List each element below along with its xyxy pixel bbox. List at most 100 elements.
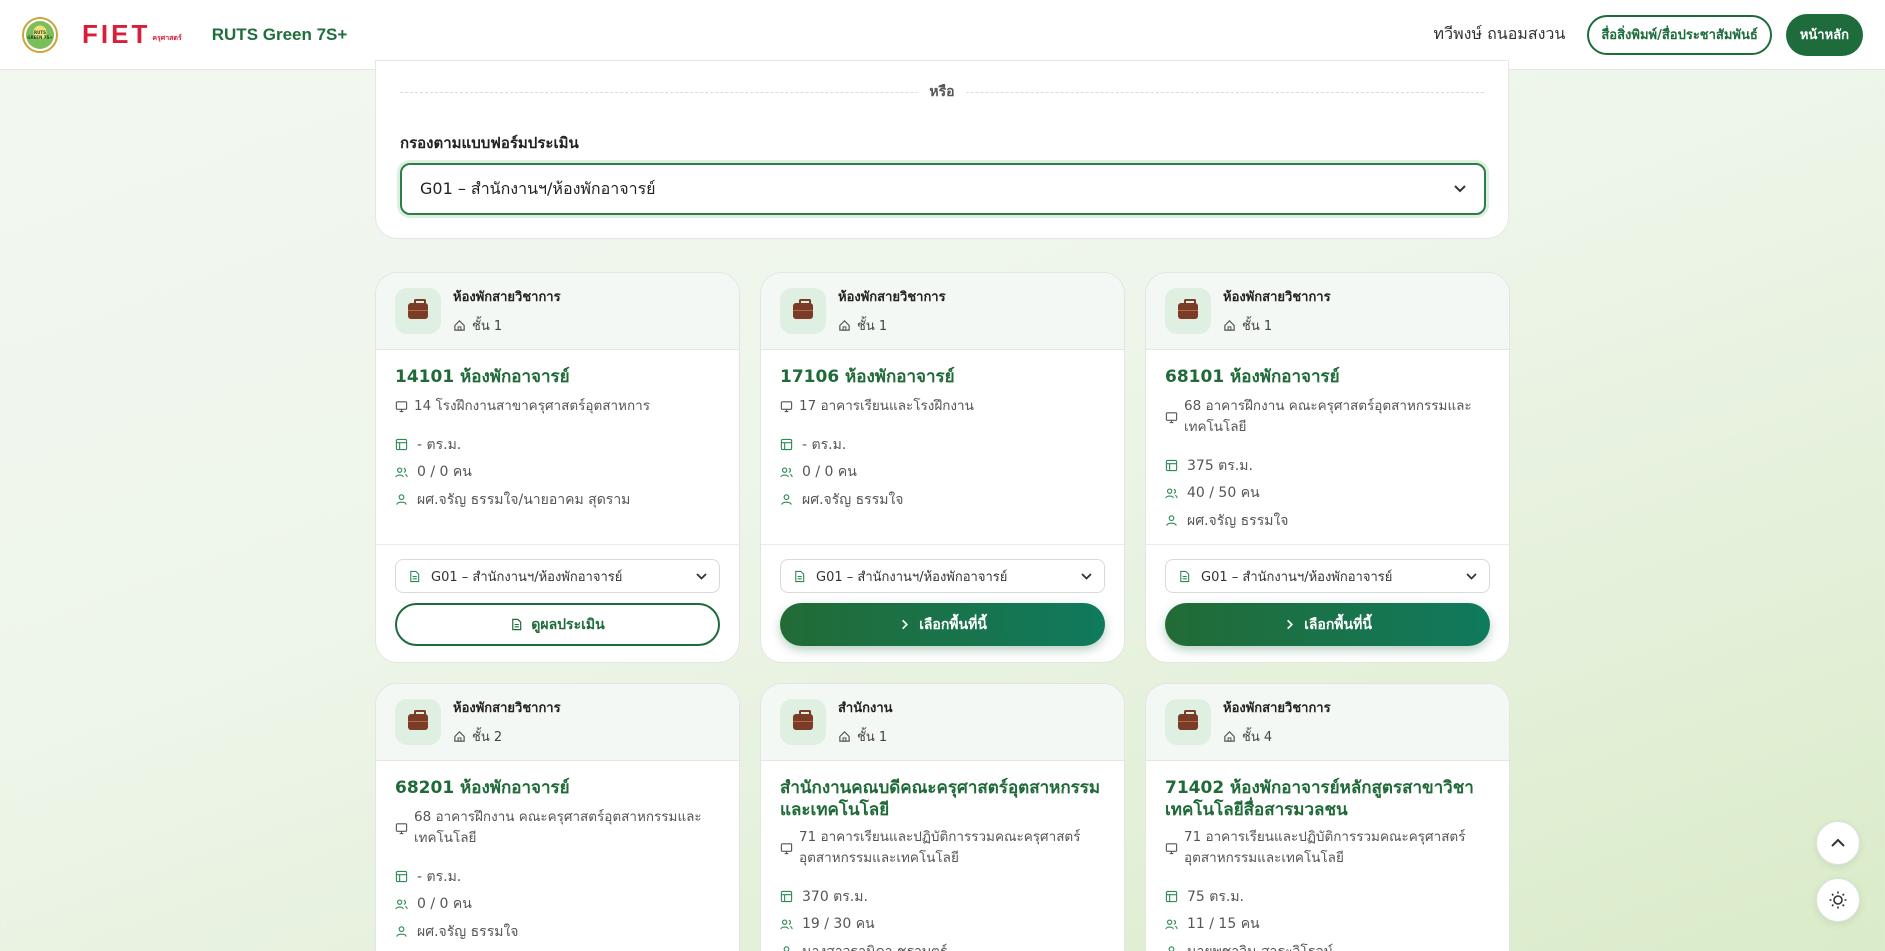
room-location: 68 อาคารฝึกงาน คณะครุศาสตร์อุตสาหกรรมและ… [1165,396,1490,438]
room-owner-text: ผศ.จรัญ ธรรมใจ/นายอาคม สุดราม [417,491,631,508]
card-body: สำนักงานคณบดีคณะครุศาสตร์อุตสาหกรรมและเท… [761,761,1124,951]
users-icon [780,467,793,478]
room-card: ห้องพักสายวิชาการ ชั้น 1 14101 ห้องพักอา… [375,272,740,663]
user-icon [396,494,407,506]
room-category: สำนักงาน [838,701,893,716]
room-card: ห้องพักสายวิชาการ ชั้น 1 68101 ห้องพักอา… [1145,272,1510,663]
room-area: - ตร.ม. [395,431,720,459]
layout-icon [780,439,793,451]
chevron-down-icon [1454,181,1466,197]
room-capacity-text: 11 / 15 คน [1187,916,1260,933]
briefcase-icon [395,699,441,745]
room-capacity: 40 / 50 คน [1165,480,1490,508]
users-icon [395,467,408,478]
assessment-form-select[interactable]: G01 – สำนักงานฯ/ห้องพักอาจารย์ [780,559,1105,593]
room-area-text: 375 ตร.ม. [1187,457,1253,474]
room-owner-text: ผศ.จรัญ ธรรมใจ [1187,512,1289,529]
layout-icon [395,871,408,883]
briefcase-icon [395,288,441,334]
users-icon [1165,488,1178,499]
chevron-right-icon [902,619,909,630]
room-capacity: 0 / 0 คน [780,459,1105,487]
assessment-form-value: G01 – สำนักงานฯ/ห้องพักอาจารย์ [431,569,623,585]
home-icon [454,320,465,331]
room-card: ห้องพักสายวิชาการ ชั้น 4 71402 ห้องพักอา… [1145,683,1510,951]
briefcase-icon [780,699,826,745]
room-area-text: - ตร.ม. [417,868,462,885]
user-icon [1166,515,1177,527]
user-name[interactable]: ทวีพงษ์ ถนอมสงวน [1434,22,1566,47]
theme-toggle-button[interactable] [1816,878,1860,922]
fiet-logo[interactable]: FIET ครุศาสตร์ [82,19,182,50]
media-button[interactable]: สื่อสิ่งพิมพ์/สื่อประชาสัมพันธ์ [1587,14,1772,55]
room-owner-text: ผศ.จรัญ ธรรมใจ [802,491,904,508]
card-header: ห้องพักสายวิชาการ ชั้น 2 [376,684,739,761]
room-location-text: 71 อาคารเรียนและปฏิบัติการรวมคณะครุศาสตร… [1184,829,1466,866]
home-button[interactable]: หน้าหลัก [1785,13,1863,56]
fiet-logo-text: FIET [82,19,151,49]
scroll-to-top-button[interactable] [1816,821,1860,865]
room-floor: ชั้น 1 [1223,315,1331,336]
room-owner: ผศ.จรัญ ธรรมใจ [1165,507,1490,535]
card-header: ห้องพักสายวิชาการ ชั้น 4 [1146,684,1509,761]
document-icon [795,570,805,582]
room-capacity: 19 / 30 คน [780,911,1105,939]
chevron-right-icon [1287,619,1294,630]
room-title[interactable]: 14101 ห้องพักอาจารย์ [395,366,720,388]
room-area-text: 370 ตร.ม. [802,888,868,905]
room-area-text: - ตร.ม. [417,436,462,453]
document-icon [512,618,522,631]
chevron-up-icon [1831,838,1845,847]
room-owner: นายพุชาวิน สาระวิโรจน์ [1165,938,1490,951]
select-area-button[interactable]: เลือกพื้นที่นี้ [1165,603,1490,646]
room-floor-text: ชั้น 1 [1242,319,1273,334]
document-icon [1180,570,1190,582]
filter-form-select[interactable]: G01 – สำนักงานฯ/ห้องพักอาจารย์ [400,163,1486,215]
card-body: 68101 ห้องพักอาจารย์ 68 อาคารฝึกงาน คณะค… [1146,350,1509,545]
room-floor-text: ชั้น 2 [472,730,503,745]
room-category: ห้องพักสายวิชาการ [453,701,561,716]
home-icon [454,731,465,742]
card-body: 17106 ห้องพักอาจารย์ 17 อาคารเรียนและโรง… [761,350,1124,545]
document-icon [410,570,420,582]
room-title[interactable]: 68101 ห้องพักอาจารย์ [1165,366,1490,388]
room-capacity-text: 40 / 50 คน [1187,485,1260,502]
app-title[interactable]: RUTS Green 7S+ [212,25,348,45]
card-header: ห้องพักสายวิชาการ ชั้น 1 [761,273,1124,350]
view-result-button[interactable]: ดูผลประเมิน [395,603,720,646]
room-location: 68 อาคารฝึกงาน คณะครุศาสตร์อุตสาหกรรมและ… [395,807,720,849]
room-title[interactable]: สำนักงานคณบดีคณะครุศาสตร์อุตสาหกรรมและเท… [780,777,1105,821]
room-title[interactable]: 17106 ห้องพักอาจารย์ [780,366,1105,388]
card-body: 71402 ห้องพักอาจารย์หลักสูตรสาขาวิชาเทคโ… [1146,761,1509,951]
room-floor-text: ชั้น 1 [472,319,503,334]
home-icon [1224,320,1235,331]
room-capacity: 0 / 0 คน [395,891,720,919]
users-icon [395,899,408,910]
room-floor-text: ชั้น 1 [857,319,888,334]
layout-icon [1165,460,1178,472]
select-area-button[interactable]: เลือกพื้นที่นี้ [780,603,1105,646]
fiet-logo-subtext: ครุศาสตร์ [152,35,182,42]
user-icon [396,926,407,938]
briefcase-icon [1165,699,1211,745]
room-floor: ชั้น 1 [838,315,946,336]
card-header: ห้องพักสายวิชาการ ชั้น 1 [376,273,739,350]
card-body: 68201 ห้องพักอาจารย์ 68 อาคารฝึกงาน คณะค… [376,761,739,951]
room-location: 17 อาคารเรียนและโรงฝึกงาน [780,396,1105,417]
room-title[interactable]: 71402 ห้องพักอาจารย์หลักสูตรสาขาวิชาเทคโ… [1165,777,1490,821]
ruts-green-logo[interactable]: RUTS GREEN 7S+ [22,16,58,53]
room-location: 14 โรงฝึกงานสาขาครุศาสตร์อุตสาหการ [395,396,720,417]
room-card: สำนักงาน ชั้น 1 สำนักงานคณบดีคณะครุศาสตร… [760,683,1125,951]
assessment-form-select[interactable]: G01 – สำนักงานฯ/ห้องพักอาจารย์ [1165,559,1490,593]
layout-icon [1165,891,1178,903]
room-location-text: 68 อาคารฝึกงาน คณะครุศาสตร์อุตสาหกรรมและ… [1184,398,1472,435]
room-title[interactable]: 68201 ห้องพักอาจารย์ [395,777,720,799]
room-floor: ชั้น 1 [453,315,561,336]
assessment-form-select[interactable]: G01 – สำนักงานฯ/ห้องพักอาจารย์ [395,559,720,593]
room-location-text: 17 อาคารเรียนและโรงฝึกงาน [799,398,974,414]
room-floor: ชั้น 2 [453,726,561,747]
room-owner: ผศ.จรัญ ธรรมใจ [395,918,720,946]
users-icon [780,919,793,930]
filter-panel: หรือ กรองตามแบบฟอร์มประเมิน G01 – สำนักง… [375,60,1509,239]
room-owner-text: นางสาวฐานิดา ชราบุตร์ [802,941,947,951]
